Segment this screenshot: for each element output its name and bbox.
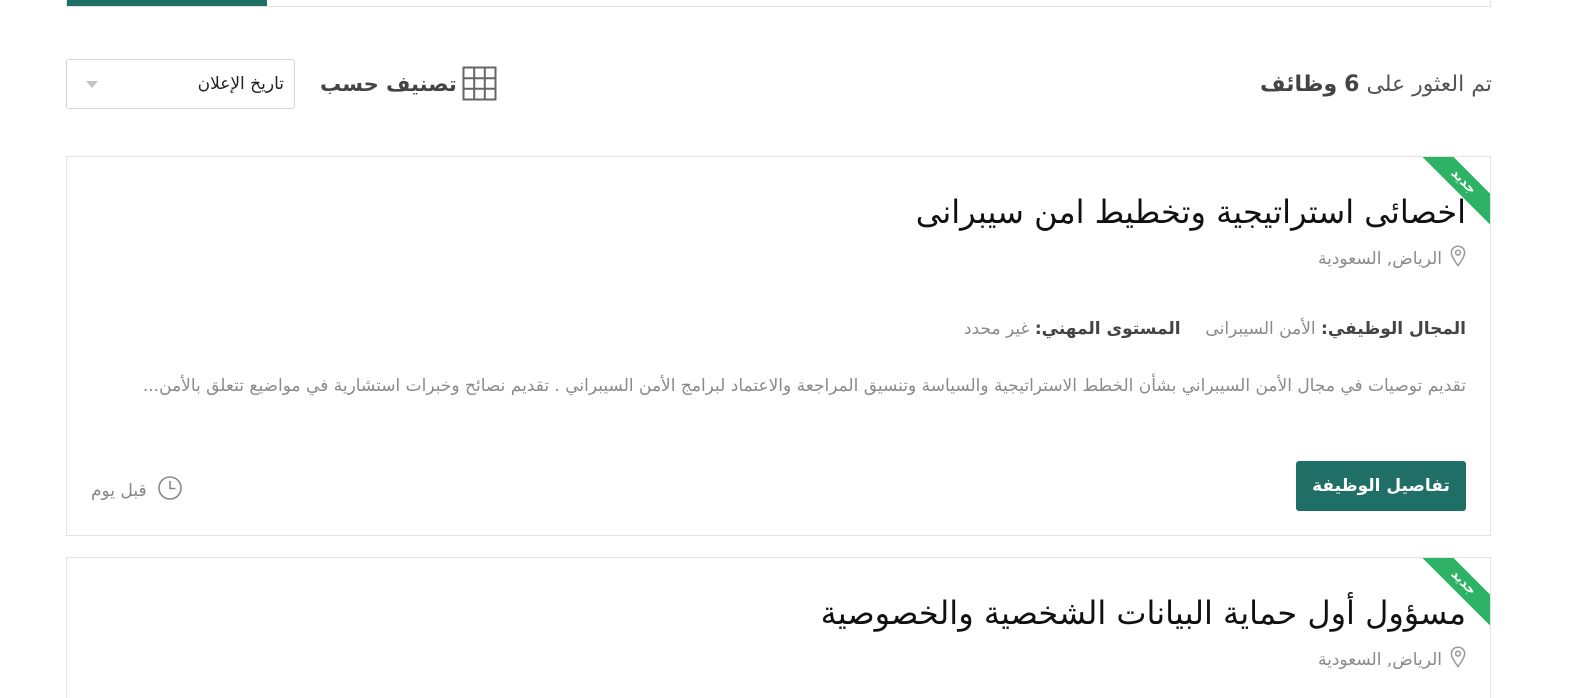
posted-time: قبل يوم: [91, 475, 183, 506]
job-description: تقديم توصيات في مجال الأمن السيبراني بشأ…: [142, 376, 1466, 396]
level-value: غير محدد: [964, 319, 1030, 339]
location-text: الرياض, السعودية: [1317, 649, 1442, 670]
clock-icon: [157, 475, 183, 506]
sort-selected-value: تاريخ الإعلان: [197, 74, 284, 94]
tab-strip: [66, 0, 1491, 7]
chevron-down-icon: [86, 81, 98, 88]
location-pin-icon: [1450, 245, 1466, 272]
sort-label: تصنيف حسب: [320, 72, 457, 96]
grid-view-icon[interactable]: [462, 66, 497, 101]
job-card: جديد مسؤول أول حماية البيانات الشخصية وا…: [66, 557, 1491, 698]
posted-text: قبل يوم: [91, 480, 147, 501]
results-suffix: وظائف: [1260, 72, 1338, 97]
job-title[interactable]: مسؤول أول حماية البيانات الشخصية والخصوص…: [821, 594, 1466, 632]
field-label: المجال الوظيفي:: [1321, 319, 1466, 339]
job-title[interactable]: اخصائى استراتيجية وتخطيط امن سيبرانى: [916, 193, 1466, 231]
results-count: تم العثور على 6 وظائف: [1260, 72, 1492, 97]
results-prefix: تم العثور على: [1366, 72, 1492, 97]
results-number: 6: [1344, 72, 1360, 97]
field-value: الأمن السيبرانى: [1205, 319, 1316, 339]
job-details-button[interactable]: تفاصيل الوظيفة: [1296, 461, 1466, 511]
active-tab-indicator[interactable]: [67, 0, 267, 6]
sort-dropdown[interactable]: تاريخ الإعلان: [66, 59, 295, 109]
job-meta: المجال الوظيفي: الأمن السيبرانى المستوى …: [964, 319, 1466, 339]
job-location: الرياض, السعودية: [1318, 646, 1466, 673]
job-card: جديد اخصائى استراتيجية وتخطيط امن سيبران…: [66, 156, 1491, 536]
job-location: الرياض, السعودية: [1318, 245, 1466, 272]
location-text: الرياض, السعودية: [1317, 248, 1442, 269]
job-listings-page: تم العثور على 6 وظائف تصنيف حسب تاريخ ال…: [0, 0, 1584, 698]
location-pin-icon: [1450, 646, 1466, 673]
level-label: المستوى المهني:: [1034, 319, 1181, 339]
